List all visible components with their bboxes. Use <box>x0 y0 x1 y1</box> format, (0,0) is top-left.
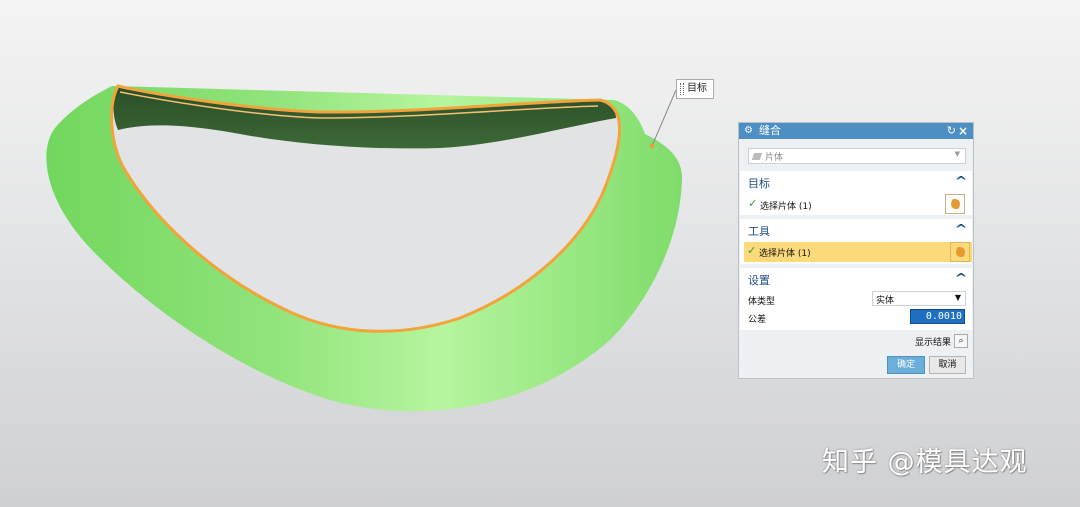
tolerance-input[interactable]: 0.0010 <box>910 309 965 324</box>
check-icon: ✓ <box>747 244 757 257</box>
stitch-dialog: ⚙ 缝合 ↻ × 片体 ▼ 目标 ^ ✓ 选择片体 (1) 工具 ^ ✓ 选择片… <box>738 122 974 379</box>
tool-select-label: 选择片体 (1) <box>759 249 811 259</box>
show-result-label: 显示结果 <box>915 338 952 348</box>
select-tool-button[interactable] <box>950 242 970 262</box>
preview-button[interactable]: ⌕ <box>954 334 968 348</box>
dialog-titlebar[interactable]: ⚙ 缝合 ↻ × <box>739 123 973 139</box>
dialog-title: 缝合 <box>759 124 781 137</box>
target-select-label[interactable]: 选择片体 (1) <box>760 199 812 212</box>
face-icon <box>949 199 962 209</box>
select-target-button[interactable] <box>945 194 965 214</box>
face-icon <box>954 247 967 257</box>
settings-section-title: 设置 <box>748 274 770 287</box>
check-icon: ✓ <box>748 197 758 210</box>
tool-select-row[interactable]: ✓ 选择片体 (1) <box>744 242 972 262</box>
body-type-select[interactable]: 实体 ▼ <box>872 291 966 306</box>
collapse-settings-icon[interactable]: ^ <box>954 271 967 285</box>
chevron-down-icon: ▼ <box>954 150 960 158</box>
type-select-value: 片体 <box>765 153 784 163</box>
gear-icon: ⚙ <box>744 125 753 136</box>
ok-button[interactable]: 确定 <box>887 356 925 374</box>
type-select[interactable]: 片体 ▼ <box>748 148 966 164</box>
magnifier-icon: ⌕ <box>958 336 964 346</box>
watermark: 知乎 @模具达观 <box>822 447 1028 478</box>
tolerance-label: 公差 <box>748 315 767 325</box>
cancel-button[interactable]: 取消 <box>929 356 966 374</box>
sheet-body-icon <box>751 153 763 160</box>
collapse-target-icon[interactable]: ^ <box>954 174 967 188</box>
close-icon[interactable]: × <box>958 123 968 139</box>
collapse-tool-icon[interactable]: ^ <box>954 222 967 236</box>
target-section-title: 目标 <box>748 177 770 190</box>
target-point <box>649 143 655 149</box>
label-leader <box>651 89 677 147</box>
body-type-value: 实体 <box>876 296 895 306</box>
target-section: 目标 ^ ✓ 选择片体 (1) <box>740 171 972 215</box>
tool-section-title: 工具 <box>748 225 770 238</box>
reset-icon[interactable]: ↻ <box>947 123 956 139</box>
target-label: 目标 <box>676 79 714 99</box>
chevron-down-icon: ▼ <box>954 293 961 302</box>
body-type-label: 体类型 <box>748 297 776 307</box>
